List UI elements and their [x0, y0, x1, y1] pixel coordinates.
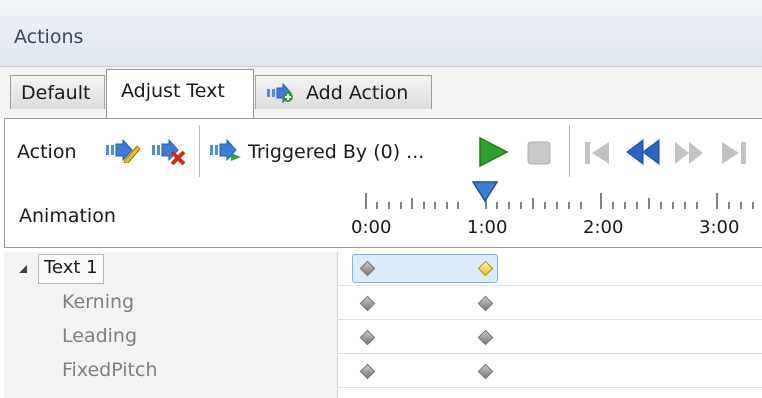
- property-grid: Text 1 Kerning Leading FixedPitch: [4, 252, 762, 398]
- keyframe-diamond-icon[interactable]: [477, 295, 494, 312]
- tick-label: 1:00: [467, 217, 508, 238]
- add-action-icon: [267, 83, 293, 103]
- panel-title: Actions: [14, 26, 84, 48]
- tab-adjust-text-label: Adjust Text: [121, 80, 225, 102]
- triggered-by-icon[interactable]: [209, 139, 243, 163]
- keyframe-diamond-icon[interactable]: [477, 329, 494, 346]
- stop-icon[interactable]: [525, 139, 553, 167]
- tick-label: 3:00: [699, 217, 740, 238]
- action-toolbar: Action Triggered By (0) ... Animation 0:…: [4, 118, 762, 248]
- edit-action-icon[interactable]: [105, 139, 141, 163]
- tree-row-leading[interactable]: Leading: [4, 320, 762, 354]
- tab-add-action-label: Add Action: [306, 82, 409, 104]
- tree-item-label[interactable]: Text 1: [38, 254, 104, 284]
- keyframe-diamond-icon[interactable]: [359, 295, 376, 312]
- tree-cell: [4, 388, 338, 398]
- toolbar-separator-2: [569, 125, 570, 177]
- tree-cell: Kerning: [4, 286, 338, 320]
- tree-item-label: Kerning: [62, 291, 135, 313]
- skip-to-end-icon[interactable]: [719, 139, 749, 167]
- triggered-by-button[interactable]: Triggered By (0) ...: [248, 141, 424, 163]
- tab-add-action[interactable]: Add Action: [255, 75, 432, 109]
- tab-adjust-text[interactable]: Adjust Text: [106, 69, 254, 118]
- tree-cell: Text 1: [4, 252, 338, 286]
- delete-action-icon[interactable]: [151, 139, 187, 165]
- tree-item-label: Leading: [62, 325, 138, 347]
- panel-header: Actions: [0, 0, 762, 67]
- animation-label: Animation: [19, 205, 116, 227]
- tree-cell: FixedPitch: [4, 354, 338, 388]
- skip-to-start-icon[interactable]: [583, 139, 613, 167]
- play-icon[interactable]: [475, 134, 511, 170]
- rewind-icon[interactable]: [625, 137, 663, 167]
- tick-label: 2:00: [583, 217, 624, 238]
- keyframe-diamond-icon[interactable]: [359, 329, 376, 346]
- tree-item-label: FixedPitch: [62, 359, 158, 381]
- timeline-ruler[interactable]: [355, 189, 762, 211]
- tree-row-text1[interactable]: Text 1: [4, 252, 762, 286]
- fast-forward-icon[interactable]: [673, 139, 707, 167]
- tab-strip: Default Adjust Text Add Action: [0, 67, 762, 119]
- collapse-triangle-icon[interactable]: [18, 264, 28, 274]
- tab-default-label: Default: [21, 82, 91, 104]
- tab-default[interactable]: Default: [10, 75, 105, 109]
- playhead-marker-icon[interactable]: [471, 181, 499, 203]
- action-label: Action: [17, 141, 77, 163]
- keyframe-diamond-icon[interactable]: [477, 363, 494, 380]
- toolbar-separator: [199, 125, 200, 177]
- tree-cell: Leading: [4, 320, 338, 354]
- tick-label: 0:00: [351, 217, 392, 238]
- keyframe-diamond-icon[interactable]: [359, 363, 376, 380]
- tree-row-empty: [4, 388, 762, 398]
- tree-row-kerning[interactable]: Kerning: [4, 286, 762, 320]
- tree-row-fixedpitch[interactable]: FixedPitch: [4, 354, 762, 388]
